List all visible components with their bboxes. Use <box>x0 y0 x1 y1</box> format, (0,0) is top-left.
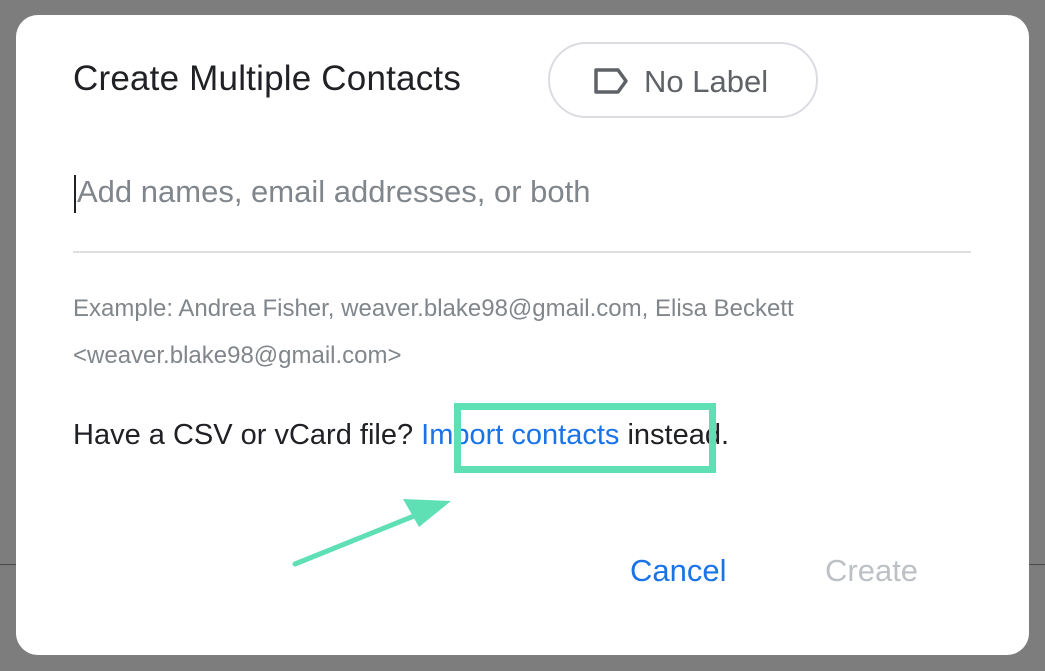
names-emails-input[interactable] <box>73 165 971 253</box>
label-tag-icon <box>592 66 630 96</box>
label-chip-text: No Label <box>644 64 769 99</box>
highlight-annotation-box <box>454 403 716 473</box>
import-prompt-before: Have a CSV or vCard file? <box>73 419 414 451</box>
create-multiple-contacts-dialog: Create Multiple Contacts No Label Exampl… <box>16 15 1029 655</box>
dialog-title: Create Multiple Contacts <box>73 59 462 98</box>
example-hint: Example: Andrea Fisher, weaver.blake98@g… <box>73 295 794 369</box>
create-button[interactable]: Create <box>811 553 932 589</box>
pointer-arrow-icon <box>292 499 451 567</box>
no-label-chip[interactable]: No Label <box>548 42 818 118</box>
cancel-button[interactable]: Cancel <box>616 553 741 589</box>
text-caret <box>74 175 76 213</box>
